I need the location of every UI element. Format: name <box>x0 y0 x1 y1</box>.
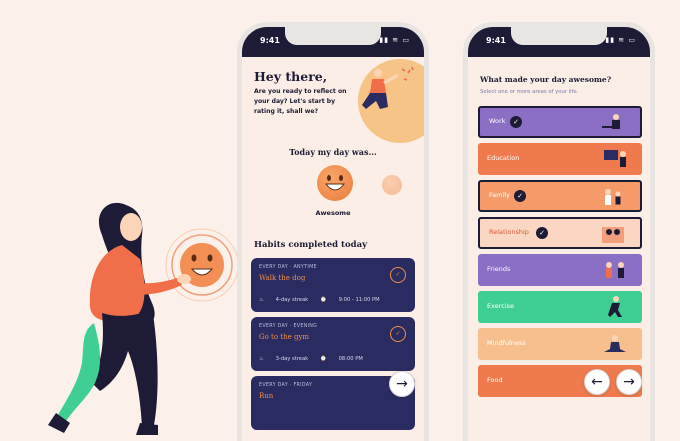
hero-illustration <box>358 59 424 143</box>
check-icon: ✓ <box>510 116 522 128</box>
woman-holding-emoji-illustration <box>48 202 239 435</box>
signal-wifi-battery-icon: ▮▮ ≋ ▭ <box>379 36 410 44</box>
good-face-icon[interactable] <box>382 175 402 195</box>
habits-heading: Habits completed today <box>254 240 368 250</box>
person-at-desk-icon <box>602 114 620 129</box>
rate-day-screen: 9:41 ▮▮ ≋ ▭ Hey there, Are you ready to … <box>242 27 424 441</box>
flame-icon: ♨ <box>259 297 264 303</box>
habit-name: Walk the dog <box>259 274 306 282</box>
habit-time: 08:00 PM <box>338 356 363 362</box>
habit-category: EVERY DAY · ANYTIME <box>259 265 317 270</box>
couple-icon <box>602 227 624 243</box>
check-icon: ✓ <box>514 190 526 202</box>
greeting-heading: Hey there, <box>254 69 328 84</box>
awesome-face-icon[interactable] <box>317 165 353 201</box>
phone-notch <box>511 27 607 45</box>
habit-category: EVERY DAY · EVENING <box>259 324 318 329</box>
clock-icon: ⌚ <box>320 297 327 303</box>
area-label: Family <box>489 191 510 199</box>
rating-label: Awesome <box>315 209 351 217</box>
check-icon: ✓ <box>536 227 548 239</box>
habit-card[interactable]: EVERY DAY · ANYTIME Walk the dog ♨ 4-day … <box>251 258 415 312</box>
rate-title: Today my day was... <box>289 147 377 157</box>
status-time: 9:41 <box>260 36 280 45</box>
teacher-board-icon <box>604 150 626 167</box>
scene: 9:41 ▮▮ ≋ ▭ Hey there, Are you ready to … <box>0 0 680 441</box>
meditation-icon <box>604 335 626 352</box>
areas-subtitle: Select one or more areas of your life. <box>480 89 579 95</box>
area-label: Education <box>487 154 520 162</box>
area-label: Relationship <box>489 228 529 236</box>
habit-streak: 4-day streak <box>275 297 309 303</box>
habit-category: EVERY DAY · FRIDAY <box>259 383 313 388</box>
areas-heading: What made your day awesome? <box>480 75 612 84</box>
area-exercise[interactable]: Exercise <box>478 291 642 323</box>
area-education[interactable]: Education <box>478 143 642 175</box>
habit-check-icon[interactable]: ✓ <box>390 326 406 342</box>
status-time: 9:41 <box>486 36 506 45</box>
phone-rate-day: 9:41 ▮▮ ≋ ▭ Hey there, Are you ready to … <box>237 22 429 441</box>
area-friends[interactable]: Friends <box>478 254 642 286</box>
habit-card[interactable]: EVERY DAY · EVENING Go to the gym ♨ 3-day… <box>251 317 415 371</box>
area-work[interactable]: Work ✓ <box>478 106 642 138</box>
phone-notch <box>285 27 381 45</box>
clock-icon: ⌚ <box>320 356 327 362</box>
previous-button[interactable]: ← <box>584 369 610 395</box>
signal-wifi-battery-icon: ▮▮ ≋ ▭ <box>605 36 636 44</box>
next-button[interactable]: → <box>616 369 642 395</box>
area-label: Exercise <box>487 302 515 310</box>
running-person-icon <box>608 296 622 317</box>
next-button[interactable]: → <box>389 371 415 397</box>
man-throwing-confetti-icon <box>362 66 414 109</box>
area-label: Work <box>489 117 506 125</box>
intro-text: Are you ready to reflect on your day? Le… <box>254 88 347 115</box>
area-relationship[interactable]: Relationship ✓ <box>478 217 642 249</box>
habit-stats: ♨ 3-day streak ⌚ 08:00 PM <box>259 356 375 362</box>
phone-day-areas: 9:41 ▮▮ ≋ ▭ What made your day awesome? … <box>463 22 655 441</box>
family-icon <box>605 189 621 205</box>
area-label: Food <box>487 376 503 384</box>
habit-check-icon[interactable]: ✓ <box>390 267 406 283</box>
area-mindfulness[interactable]: Mindfulness <box>478 328 642 360</box>
habit-name: Run <box>259 392 274 400</box>
day-areas-screen: 9:41 ▮▮ ≋ ▭ What made your day awesome? … <box>468 27 650 441</box>
area-label: Friends <box>487 265 511 273</box>
habit-stats: ♨ 4-day streak ⌚ 9:00 - 11:00 PM <box>259 297 392 303</box>
flame-icon: ♨ <box>259 356 264 362</box>
habit-time: 9:00 - 11:00 PM <box>338 297 380 303</box>
habit-name: Go to the gym <box>259 333 310 341</box>
area-family[interactable]: Family ✓ <box>478 180 642 212</box>
area-label: Mindfulness <box>487 339 526 347</box>
habit-streak: 3-day streak <box>275 356 309 362</box>
friends-icon <box>606 262 624 278</box>
